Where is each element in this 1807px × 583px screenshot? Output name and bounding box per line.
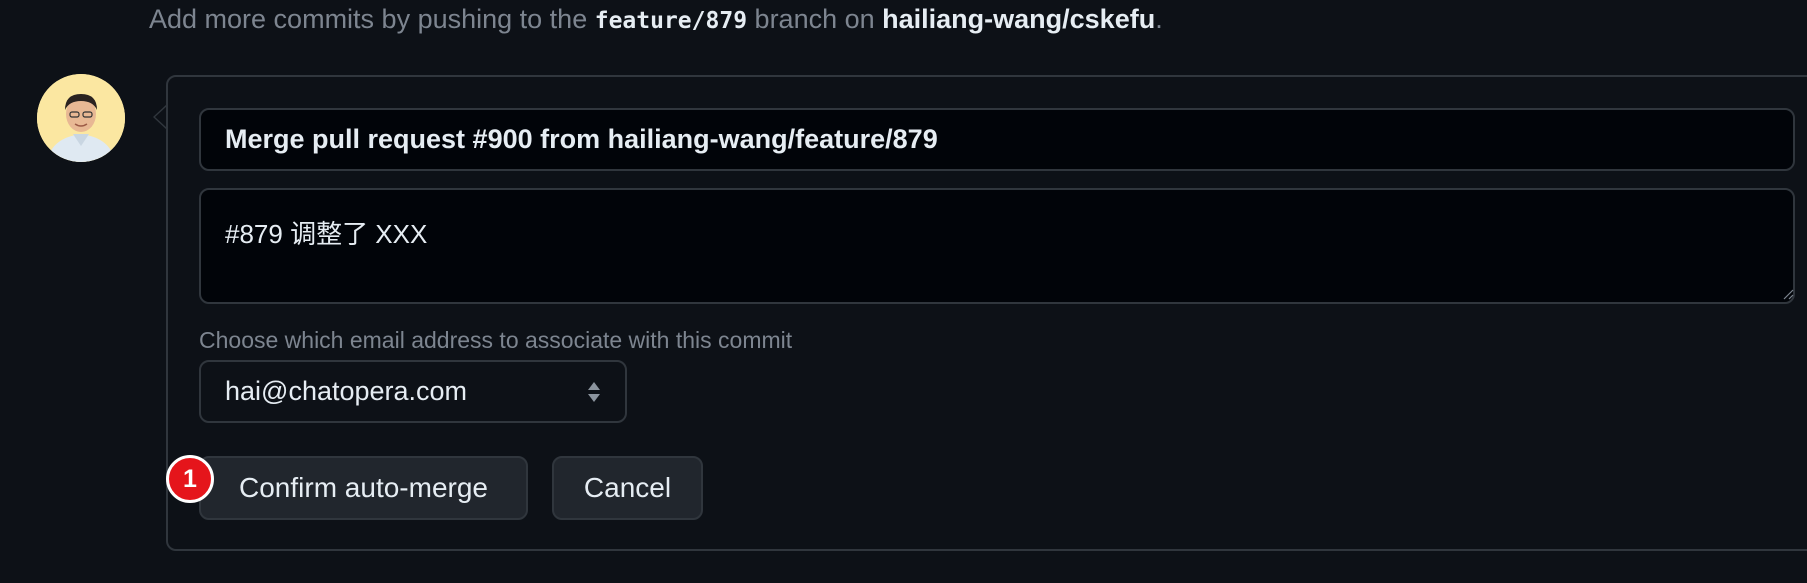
email-select[interactable]: hai@chatopera.com (199, 360, 627, 423)
repo-link[interactable]: hailiang-wang/cskefu (882, 4, 1155, 34)
email-selected-value: hai@chatopera.com (225, 376, 468, 406)
confirm-auto-merge-button[interactable]: Confirm auto-merge (199, 456, 528, 520)
push-hint-middle: branch on (747, 4, 883, 34)
resize-grip-icon[interactable] (1782, 288, 1794, 300)
branch-name: feature/879 (594, 8, 748, 34)
commit-message-textarea[interactable]: #879 调整了 XXX (199, 188, 1795, 304)
sort-arrows-icon (588, 381, 600, 402)
avatar[interactable] (37, 74, 125, 162)
commit-title-input[interactable] (199, 108, 1795, 171)
push-hint-prefix: Add more commits by pushing to the (149, 4, 595, 34)
email-label: Choose which email address to associate … (199, 327, 793, 353)
push-hint: Add more commits by pushing to the featu… (149, 4, 1163, 35)
cancel-button[interactable]: Cancel (552, 456, 703, 520)
step-badge: 1 (166, 455, 214, 503)
caret-pointer (153, 104, 167, 130)
push-hint-suffix: . (1155, 4, 1163, 34)
